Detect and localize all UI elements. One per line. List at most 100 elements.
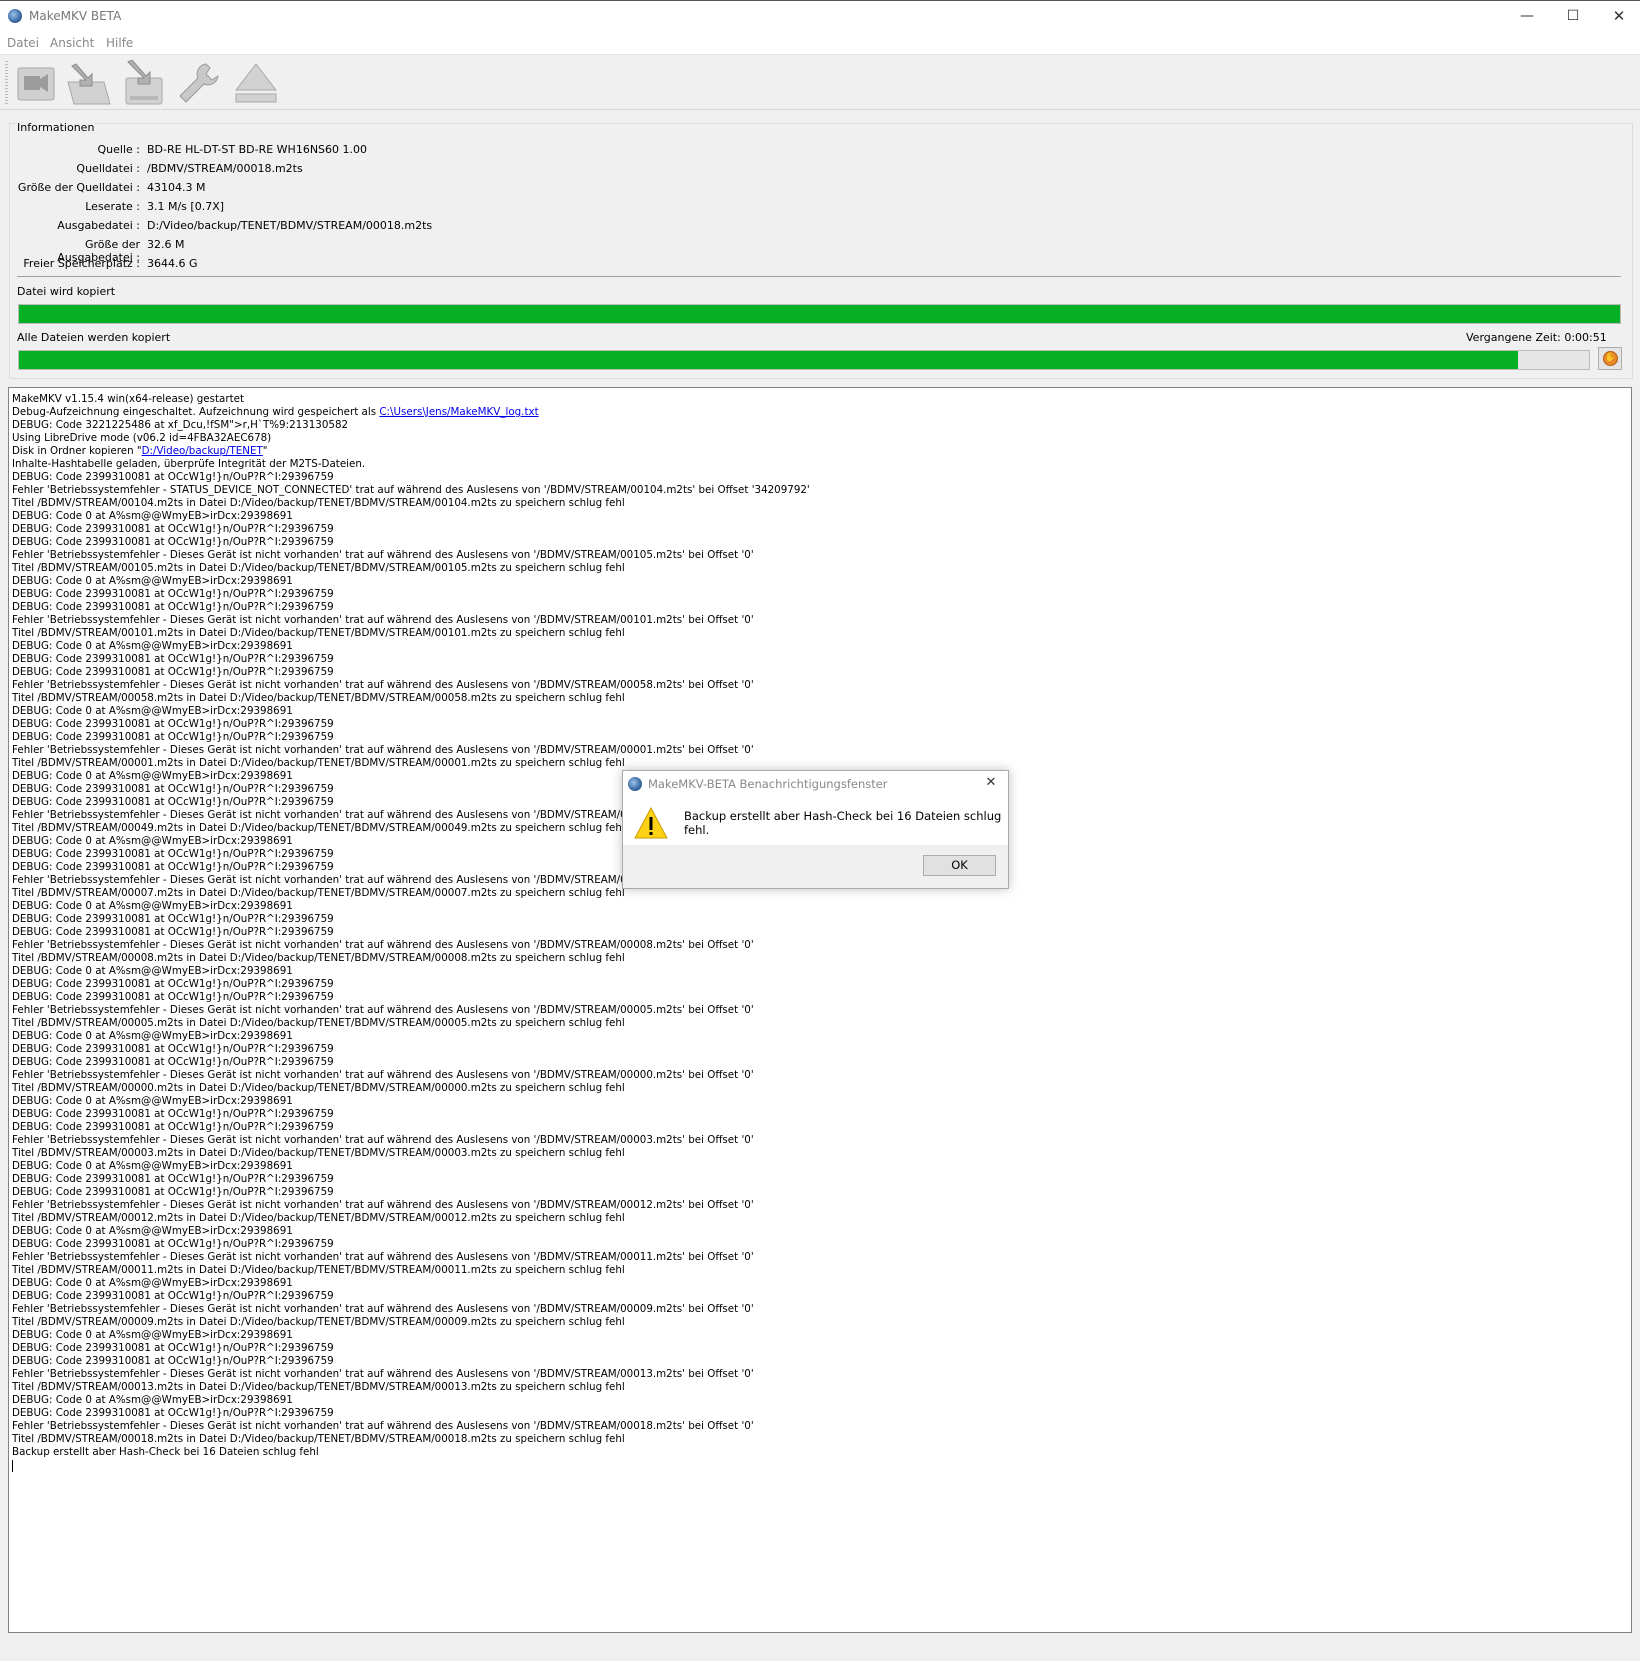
log-line-text: Fehler 'Betriebssystemfehler - Dieses Ge… — [12, 549, 754, 561]
log-line-text: DEBUG: Code 2399310081 at OCcW1g!}n/OuP?… — [12, 848, 334, 860]
log-line-text: Titel /BDMV/STREAM/00003.m2ts in Datei D… — [12, 1147, 625, 1159]
maximize-button[interactable]: ☐ — [1550, 1, 1596, 32]
log-line-text: Titel /BDMV/STREAM/00005.m2ts in Datei D… — [12, 1017, 625, 1029]
source-label: Quelle : — [97, 143, 140, 156]
menu-datei[interactable]: Datei — [7, 36, 39, 50]
output-file-label: Ausgabedatei : — [57, 219, 140, 232]
log-line-text: DEBUG: Code 2399310081 at OCcW1g!}n/OuP?… — [12, 653, 334, 665]
log-line-text: DEBUG: Code 0 at A%sm@@WmyEB>irDcx:29398… — [12, 965, 293, 977]
log-line: DEBUG: Code 0 at A%sm@@WmyEB>irDcx:29398… — [12, 575, 1628, 588]
dialog-title: MakeMKV-BETA Benachrichtigungsfenster — [648, 777, 888, 791]
log-line-text: Titel /BDMV/STREAM/00001.m2ts in Datei D… — [12, 757, 625, 769]
log-line: DEBUG: Code 0 at A%sm@@WmyEB>irDcx:29398… — [12, 1225, 1628, 1238]
log-link[interactable]: C:\Users\Jens/MakeMKV_log.txt — [379, 406, 538, 418]
log-line-text: DEBUG: Code 2399310081 at OCcW1g!}n/OuP?… — [12, 783, 334, 795]
eject-icon — [234, 63, 278, 103]
log-line: Titel /BDMV/STREAM/00003.m2ts in Datei D… — [12, 1147, 1628, 1160]
total-progress-label: Alle Dateien werden kopiert — [17, 331, 171, 344]
log-line-text: DEBUG: Code 2399310081 at OCcW1g!}n/OuP?… — [12, 1342, 334, 1354]
info-separator — [17, 276, 1621, 277]
open-files-button[interactable] — [14, 60, 62, 106]
log-output[interactable]: MakeMKV v1.15.4 win(x64-release) gestart… — [8, 387, 1632, 1633]
log-line: Debug-Aufzeichnung eingeschaltet. Aufzei… — [12, 406, 1628, 419]
log-line-text: Fehler 'Betriebssystemfehler - Dieses Ge… — [12, 1303, 754, 1315]
log-line: DEBUG: Code 2399310081 at OCcW1g!}n/OuP?… — [12, 1342, 1628, 1355]
log-line-text: Titel /BDMV/STREAM/00000.m2ts in Datei D… — [12, 1082, 625, 1094]
dialog-message: Backup erstellt aber Hash-Check bei 16 D… — [684, 809, 1002, 837]
log-line-text: DEBUG: Code 0 at A%sm@@WmyEB>irDcx:29398… — [12, 705, 293, 717]
log-line: DEBUG: Code 2399310081 at OCcW1g!}n/OuP?… — [12, 1173, 1628, 1186]
log-line: DEBUG: Code 2399310081 at OCcW1g!}n/OuP?… — [12, 978, 1628, 991]
eject-button[interactable] — [232, 60, 280, 106]
log-line-text: Fehler 'Betriebssystemfehler - Dieses Ge… — [12, 1134, 754, 1146]
current-progress-fill — [19, 305, 1620, 323]
window-title: MakeMKV BETA — [29, 9, 122, 23]
log-line: Fehler 'Betriebssystemfehler - Dieses Ge… — [12, 1420, 1628, 1433]
log-line-text: DEBUG: Code 2399310081 at OCcW1g!}n/OuP?… — [12, 978, 334, 990]
ok-button[interactable]: OK — [923, 855, 996, 876]
log-line: Fehler 'Betriebssystemfehler - Dieses Ge… — [12, 549, 1628, 562]
log-line: DEBUG: Code 2399310081 at OCcW1g!}n/OuP?… — [12, 471, 1628, 484]
notification-dialog: MakeMKV-BETA Benachrichtigungsfenster ✕ … — [622, 770, 1009, 889]
log-line: DEBUG: Code 0 at A%sm@@WmyEB>irDcx:29398… — [12, 1160, 1628, 1173]
source-file-label: Quelldatei : — [76, 162, 140, 175]
log-line: MakeMKV v1.15.4 win(x64-release) gestart… — [12, 393, 1628, 406]
log-line-text: DEBUG: Code 2399310081 at OCcW1g!}n/OuP?… — [12, 1290, 334, 1302]
stop-button[interactable]: ✋ — [1598, 347, 1622, 370]
read-rate-label: Leserate : — [85, 200, 140, 213]
log-line: DEBUG: Code 0 at A%sm@@WmyEB>irDcx:29398… — [12, 1329, 1628, 1342]
log-line-text: Fehler 'Betriebssystemfehler - Dieses Ge… — [12, 1069, 754, 1081]
minimize-button[interactable]: — — [1504, 1, 1550, 32]
log-line-text: Fehler 'Betriebssystemfehler - Dieses Ge… — [12, 614, 754, 626]
log-line-text: Fehler 'Betriebssystemfehler - Dieses Ge… — [12, 744, 754, 756]
title-bar: MakeMKV BETA — ☐ ✕ — [0, 1, 1640, 32]
log-line-text: DEBUG: Code 2399310081 at OCcW1g!}n/OuP?… — [12, 1056, 334, 1068]
log-line: DEBUG: Code 2399310081 at OCcW1g!}n/OuP?… — [12, 588, 1628, 601]
menu-ansicht[interactable]: Ansicht — [50, 36, 94, 50]
makemkv-window: MakeMKV BETA — ☐ ✕ Datei Ansicht Hilfe I… — [0, 0, 1640, 1661]
free-space-value: 3644.6 G — [147, 257, 198, 270]
log-line-text: DEBUG: Code 0 at A%sm@@WmyEB>irDcx:29398… — [12, 1329, 293, 1341]
log-line-text: Titel /BDMV/STREAM/00101.m2ts in Datei D… — [12, 627, 625, 639]
menu-hilfe[interactable]: Hilfe — [106, 36, 133, 50]
log-line-text: Fehler 'Betriebssystemfehler - Dieses Ge… — [12, 1420, 754, 1432]
log-line: Titel /BDMV/STREAM/00013.m2ts in Datei D… — [12, 1381, 1628, 1394]
log-line: Titel /BDMV/STREAM/00005.m2ts in Datei D… — [12, 1017, 1628, 1030]
log-line: DEBUG: Code 2399310081 at OCcW1g!}n/OuP?… — [12, 666, 1628, 679]
log-line-text: DEBUG: Code 2399310081 at OCcW1g!}n/OuP?… — [12, 926, 334, 938]
log-line: DEBUG: Code 2399310081 at OCcW1g!}n/OuP?… — [12, 1043, 1628, 1056]
log-link[interactable]: D:/Video/backup/TENET — [142, 445, 263, 457]
log-line-text: Inhalte-Hashtabelle geladen, überprüfe I… — [12, 458, 366, 470]
log-line-text: Titel /BDMV/STREAM/00009.m2ts in Datei D… — [12, 1316, 625, 1328]
current-file-progress-bar — [18, 304, 1621, 324]
log-line-text: DEBUG: Code 2399310081 at OCcW1g!}n/OuP?… — [12, 991, 334, 1003]
backup-button[interactable] — [120, 59, 168, 106]
open-disc-button[interactable] — [64, 60, 112, 106]
stop-icon: ✋ — [1603, 351, 1618, 366]
log-line-text: Titel /BDMV/STREAM/00011.m2ts in Datei D… — [12, 1264, 625, 1276]
log-line-text: DEBUG: Code 0 at A%sm@@WmyEB>irDcx:29398… — [12, 640, 293, 652]
source-value: BD-RE HL-DT-ST BD-RE WH16NS60 1.00 — [147, 143, 368, 156]
log-line-text: DEBUG: Code 0 at A%sm@@WmyEB>irDcx:29398… — [12, 900, 293, 912]
log-line-text: Titel /BDMV/STREAM/00008.m2ts in Datei D… — [12, 952, 625, 964]
log-line-text: DEBUG: Code 0 at A%sm@@WmyEB>irDcx:29398… — [12, 1030, 293, 1042]
log-line: Fehler 'Betriebssystemfehler - Dieses Ge… — [12, 614, 1628, 627]
preferences-button[interactable] — [176, 60, 224, 106]
close-button[interactable]: ✕ — [1596, 1, 1640, 32]
log-line: DEBUG: Code 2399310081 at OCcW1g!}n/OuP?… — [12, 523, 1628, 536]
log-line-text: Backup erstellt aber Hash-Check bei 16 D… — [12, 1446, 319, 1458]
output-file-value: D:/Video/backup/TENET/BDMV/STREAM/00018.… — [147, 219, 433, 232]
log-line-text: DEBUG: Code 0 at A%sm@@WmyEB>irDcx:29398… — [12, 510, 293, 522]
log-line-text: Fehler 'Betriebssystemfehler - Dieses Ge… — [12, 679, 754, 691]
log-line: DEBUG: Code 0 at A%sm@@WmyEB>irDcx:29398… — [12, 705, 1628, 718]
dialog-close-button[interactable]: ✕ — [978, 773, 1004, 793]
log-line-text: DEBUG: Code 2399310081 at OCcW1g!}n/OuP?… — [12, 523, 334, 535]
log-line: Fehler 'Betriebssystemfehler - Dieses Ge… — [12, 1251, 1628, 1264]
log-line: DEBUG: Code 2399310081 at OCcW1g!}n/OuP?… — [12, 1355, 1628, 1368]
toolbar-grip[interactable] — [5, 61, 8, 105]
toolbar — [0, 54, 1640, 110]
log-line: Inhalte-Hashtabelle geladen, überprüfe I… — [12, 458, 1628, 471]
log-line: DEBUG: Code 2399310081 at OCcW1g!}n/OuP?… — [12, 731, 1628, 744]
log-line-text: Fehler 'Betriebssystemfehler - Dieses Ge… — [12, 939, 754, 951]
log-line-text: Using LibreDrive mode (v06.2 id=4FBA32AE… — [12, 432, 272, 444]
